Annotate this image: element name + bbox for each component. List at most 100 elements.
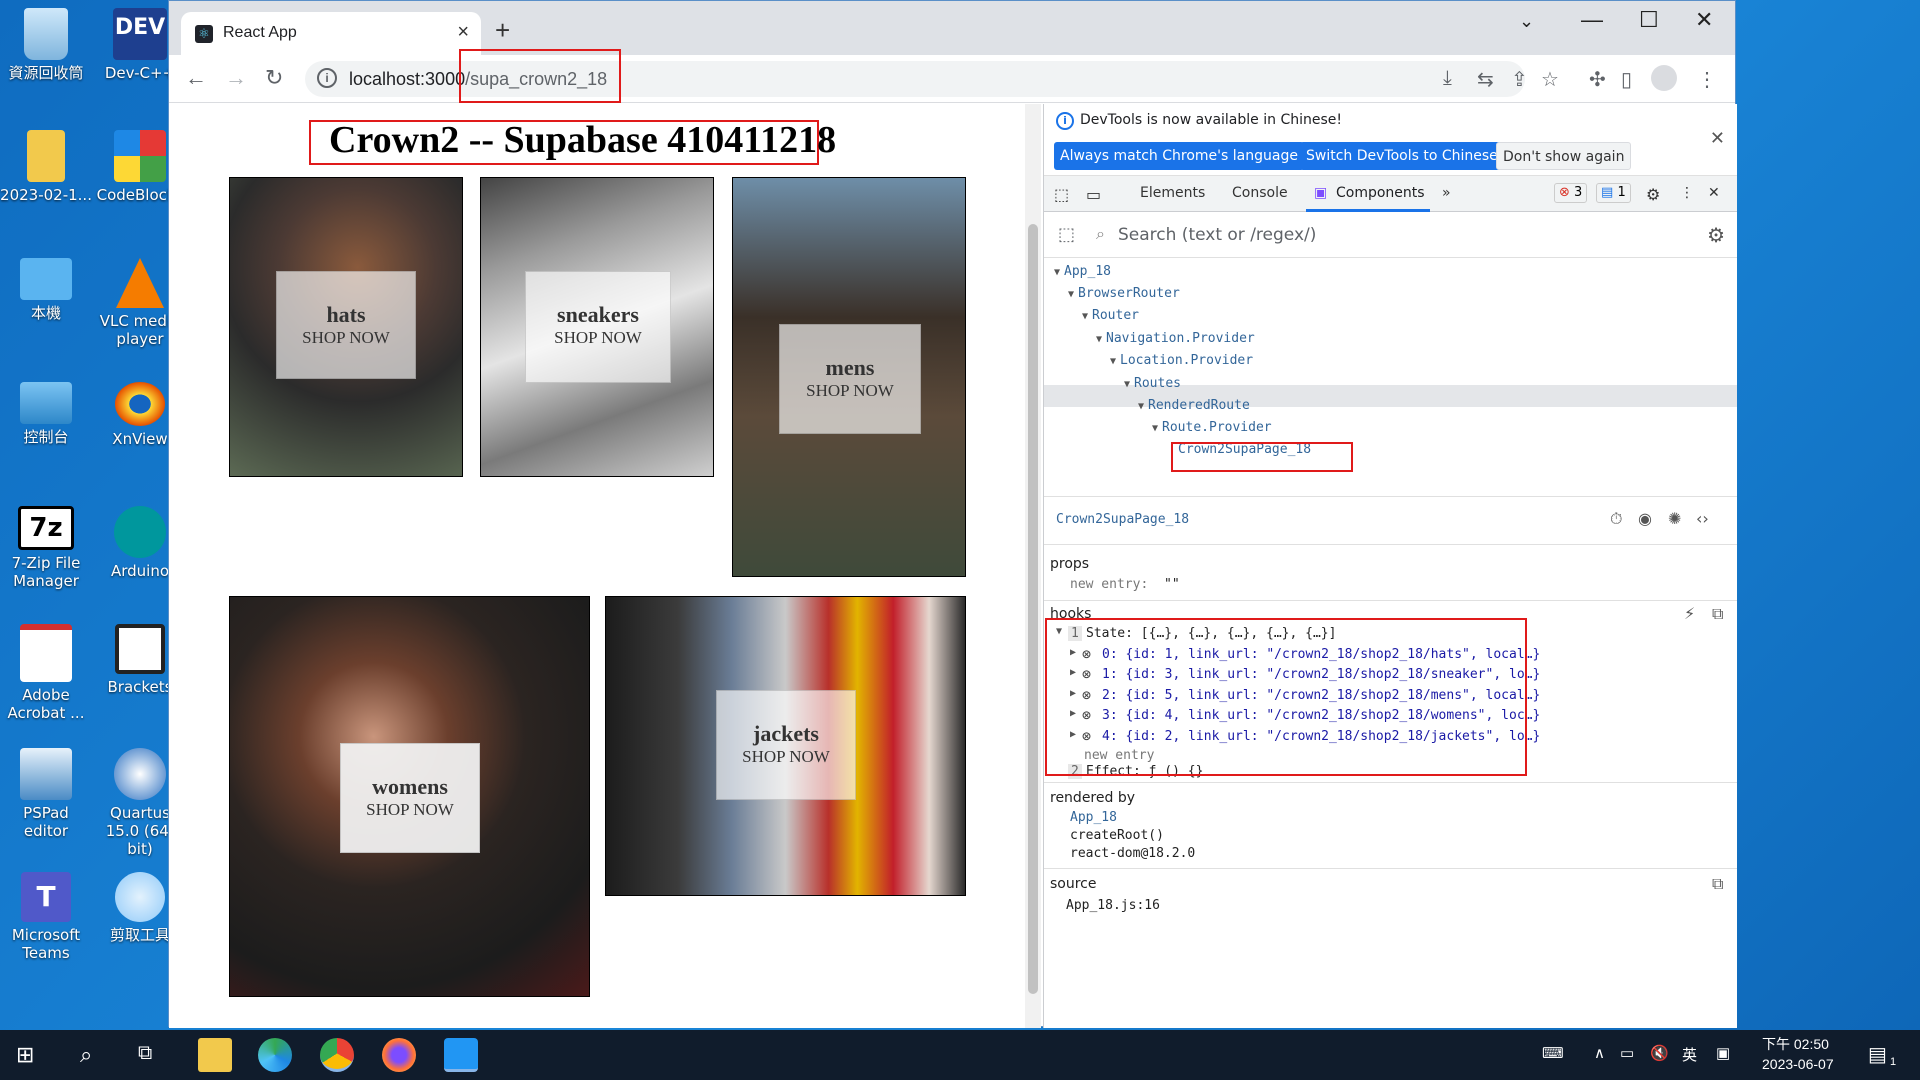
maximize-button[interactable]: ☐ [1639, 7, 1659, 33]
profile-avatar-icon[interactable] [1651, 65, 1677, 91]
tree-node[interactable]: ▼ RenderedRoute [1138, 398, 1250, 413]
props-new-entry-key[interactable]: new entry: [1070, 577, 1148, 592]
desktop-icon-recycle-bin[interactable]: 資源回收筒 [0, 8, 92, 82]
copy-source-icon[interactable]: ⧉ [1712, 874, 1723, 894]
tab-console[interactable]: Console [1232, 185, 1288, 201]
select-component-icon[interactable]: ⬚ [1058, 224, 1075, 245]
tree-node[interactable]: ▼ Location.Provider [1110, 353, 1253, 368]
desktop-icon-this-pc[interactable]: 本機 [0, 258, 92, 322]
url-highlight-box [459, 49, 621, 103]
always-match-language-button[interactable]: Always match Chrome's language [1054, 142, 1304, 170]
firefox-icon[interactable] [382, 1038, 416, 1072]
tab-elements[interactable]: Elements [1140, 185, 1205, 201]
source-location[interactable]: App_18.js:16 [1066, 898, 1160, 913]
translate-icon[interactable]: ⇆ [1477, 67, 1494, 92]
tree-node[interactable]: ▼ Navigation.Provider [1096, 331, 1255, 346]
inspect-dom-eye-icon[interactable]: ◉ [1638, 509, 1652, 528]
scrollbar-thumb[interactable] [1028, 224, 1038, 994]
error-count-badge[interactable]: ⊗ 3 [1554, 183, 1588, 203]
desktop-icon-folder[interactable]: 2023-02-1... [0, 130, 92, 204]
ime-pad-icon[interactable]: ▣ [1716, 1044, 1730, 1062]
chrome-icon[interactable] [320, 1038, 354, 1072]
category-mens[interactable]: mens SHOP NOW [732, 177, 966, 577]
more-tabs-icon[interactable]: » [1442, 185, 1451, 201]
dont-show-again-button[interactable]: Don't show again [1496, 142, 1632, 170]
desktop-icon-7zip[interactable]: 7z 7-Zip File Manager [0, 506, 92, 590]
tab-react-app[interactable]: ⚛ React App × [181, 12, 481, 55]
props-new-entry-value[interactable]: "" [1164, 577, 1180, 592]
devtools-menu-icon[interactable]: ⋮ [1680, 185, 1694, 201]
clock-time[interactable]: 下午 02:50 [1762, 1034, 1829, 1054]
expand-arrow-icon[interactable]: ▼ [1068, 289, 1074, 300]
inspect-element-icon[interactable]: ⬚ [1054, 185, 1069, 204]
browser-menu-icon[interactable]: ⋮ [1697, 67, 1717, 92]
parse-hooks-wand-icon[interactable]: ⚡ [1684, 604, 1695, 623]
notification-center-icon[interactable]: ▤ [1868, 1042, 1887, 1067]
shop-now-text: SHOP NOW [302, 328, 390, 347]
tab-close-icon[interactable]: × [457, 21, 469, 44]
tree-node[interactable]: ▼ BrowserRouter [1068, 286, 1180, 301]
tree-node[interactable]: ▼ Router [1082, 308, 1139, 323]
edge-icon[interactable] [258, 1038, 292, 1072]
volume-muted-icon[interactable]: 🔇 [1650, 1044, 1669, 1062]
tab-components[interactable]: Components [1336, 185, 1425, 201]
view-source-icon[interactable]: ‹› [1696, 509, 1709, 528]
file-explorer-icon[interactable] [198, 1038, 232, 1072]
forward-icon[interactable]: → [225, 65, 247, 91]
suspend-timer-icon[interactable]: ⏱ [1610, 509, 1622, 529]
desktop-icon-teams[interactable]: T Microsoft Teams [0, 872, 92, 962]
category-label: jackets SHOP NOW [716, 690, 856, 800]
category-jackets[interactable]: jackets SHOP NOW [605, 596, 966, 896]
component-search-input[interactable]: Search (text or /regex/) [1118, 225, 1316, 245]
expand-arrow-icon[interactable]: ▼ [1124, 379, 1130, 390]
task-view-icon[interactable]: ⧉ [138, 1042, 152, 1065]
expand-arrow-icon[interactable]: ▼ [1152, 423, 1158, 434]
bookmark-star-icon[interactable]: ☆ [1541, 67, 1559, 92]
new-tab-button[interactable]: + [495, 15, 510, 46]
expand-arrow-icon[interactable]: ▼ [1138, 401, 1144, 412]
share-icon[interactable]: ⇪ [1511, 67, 1528, 92]
tree-node[interactable]: ▼ Route.Provider [1152, 420, 1272, 435]
expand-arrow-icon[interactable]: ▼ [1096, 334, 1102, 345]
search-icon[interactable]: ⌕ [80, 1042, 92, 1068]
device-toolbar-icon[interactable]: ▭ [1086, 185, 1101, 204]
network-icon[interactable]: ▭ [1620, 1044, 1634, 1062]
extensions-icon[interactable]: ✣ [1589, 67, 1606, 92]
desktop-icon-acrobat[interactable]: Adobe Acrobat ... [0, 624, 92, 722]
tab-search-icon[interactable]: ⌄ [1519, 11, 1534, 32]
tree-node[interactable]: ▼ App_18 [1054, 264, 1111, 279]
desktop-icon-control-panel[interactable]: 控制台 [0, 382, 92, 446]
category-womens[interactable]: womens SHOP NOW [229, 596, 590, 997]
expand-arrow-icon[interactable]: ▼ [1110, 356, 1116, 367]
copy-hooks-icon[interactable]: ⧉ [1712, 604, 1723, 624]
show-hidden-icons-icon[interactable]: ∧ [1594, 1044, 1605, 1062]
log-bug-icon[interactable]: ✺ [1668, 509, 1681, 528]
close-devtools-icon[interactable]: ✕ [1708, 185, 1720, 201]
rendered-by-app[interactable]: App_18 [1070, 810, 1117, 825]
back-icon[interactable]: ← [185, 65, 207, 91]
start-windows-icon[interactable]: ⊞ [16, 1042, 34, 1068]
browser-toolbar: ← → ↻ i localhost:3000/supa_crown2_18 ⤓ … [169, 55, 1735, 103]
expand-arrow-icon[interactable]: ▼ [1082, 311, 1088, 322]
components-settings-icon[interactable]: ⚙ [1707, 223, 1725, 247]
site-info-icon[interactable]: i [317, 68, 337, 88]
tree-node[interactable]: ▼ Routes [1124, 376, 1181, 391]
page-scrollbar[interactable] [1025, 104, 1041, 1028]
install-app-icon[interactable]: ⤓ [1443, 67, 1452, 90]
clock-date[interactable]: 2023-06-07 [1762, 1056, 1834, 1072]
vscode-icon[interactable] [444, 1038, 478, 1072]
switch-to-chinese-button[interactable]: Switch DevTools to Chinese [1300, 142, 1504, 170]
close-window-button[interactable]: ✕ [1695, 7, 1713, 33]
expand-arrow-icon[interactable]: ▼ [1054, 267, 1060, 278]
desktop-icon-pspad[interactable]: PSPad editor [0, 748, 92, 840]
settings-gear-icon[interactable]: ⚙ [1646, 185, 1660, 204]
reload-icon[interactable]: ↻ [265, 65, 283, 91]
input-keyboard-icon[interactable]: ⌨ [1542, 1044, 1564, 1062]
minimize-button[interactable]: — [1581, 7, 1603, 33]
side-panel-icon[interactable]: ▯ [1621, 67, 1632, 92]
ime-indicator[interactable]: 英 [1682, 1044, 1697, 1065]
message-count-badge[interactable]: ▤ 1 [1596, 183, 1631, 203]
close-banner-icon[interactable]: ✕ [1710, 128, 1725, 149]
category-hats[interactable]: hats SHOP NOW [229, 177, 463, 477]
category-sneakers[interactable]: sneakers SHOP NOW [480, 177, 714, 477]
